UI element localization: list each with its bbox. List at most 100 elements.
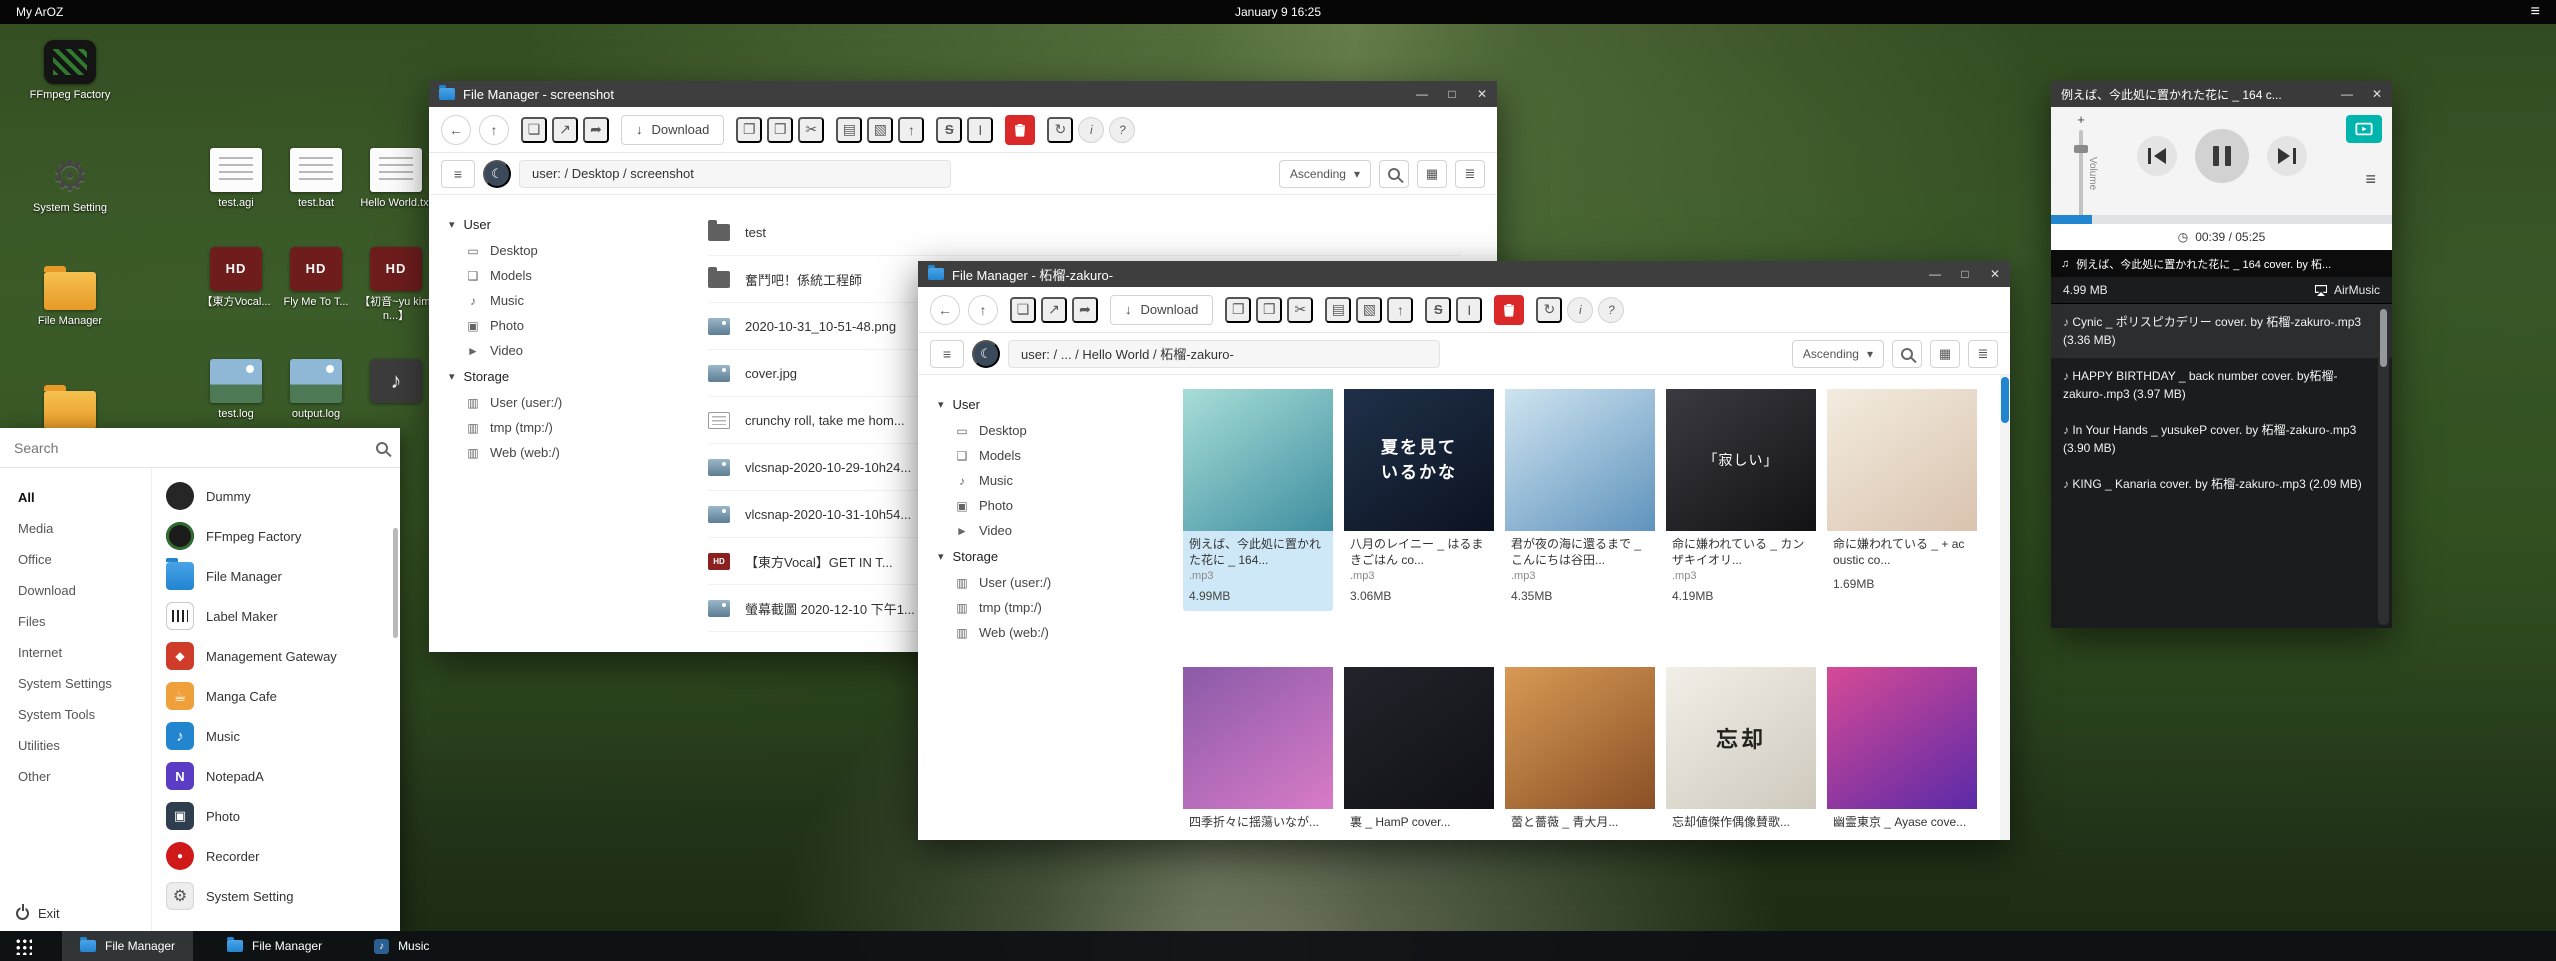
sidebar-toggle-button[interactable]: ≡ xyxy=(441,160,475,188)
sidebar-item[interactable]: ♪ Music xyxy=(449,288,674,313)
breadcrumb[interactable]: user: / Desktop / screenshot xyxy=(519,160,951,188)
category-item[interactable]: Utilities xyxy=(0,730,151,761)
desktop-icon[interactable]: FFmpeg Factory xyxy=(18,40,122,153)
desktop-icon[interactable]: test.agi xyxy=(196,148,276,211)
open-button[interactable]: ❏ xyxy=(521,117,547,143)
copy-button[interactable]: ❒ xyxy=(1256,297,1282,323)
next-track-button[interactable] xyxy=(2267,136,2307,176)
playlist-item[interactable]: In Your Hands _ yusukeP cover. by 柘榴-zak… xyxy=(2051,412,2392,466)
open-in-new-button[interactable]: ↗ xyxy=(1041,297,1067,323)
app-list-item[interactable]: Manga Cafe xyxy=(152,676,400,716)
app-list-item[interactable]: Dummy xyxy=(152,476,400,516)
copy-button[interactable]: ❒ xyxy=(767,117,793,143)
app-list-item[interactable]: Management Gateway xyxy=(152,636,400,676)
file-card[interactable]: 君が夜の海に還るまで _ こんにちは谷田... .mp3 4.35MB xyxy=(1505,389,1655,611)
category-item[interactable]: All xyxy=(0,482,151,513)
taskbar-item[interactable]: File Manager xyxy=(209,931,340,961)
app-list-item[interactable]: FFmpeg Factory xyxy=(152,516,400,556)
category-item[interactable]: Other xyxy=(0,761,151,792)
scrollbar-thumb[interactable] xyxy=(2001,377,2009,423)
close-button[interactable]: ✕ xyxy=(1980,261,2010,287)
sort-dropdown[interactable]: Ascending ▾ xyxy=(1792,340,1884,368)
sidebar-item[interactable]: ► Video xyxy=(449,338,674,363)
sidebar-section-user[interactable]: ▾ User xyxy=(449,211,674,238)
upload-button[interactable]: ↑ xyxy=(898,117,924,143)
app-list-item[interactable]: File Manager xyxy=(152,556,400,596)
app-list-item[interactable]: Label Maker xyxy=(152,596,400,636)
paste-button[interactable]: ❐ xyxy=(1225,297,1251,323)
desktop-icon[interactable]: Fly Me To T... xyxy=(276,247,356,324)
file-card[interactable]: 例えば、今此処に置かれた花に _ 164... .mp3 4.99MB xyxy=(1183,389,1333,611)
sidebar-item[interactable]: ▥ User (user:/) xyxy=(938,570,1163,595)
open-button[interactable]: ❏ xyxy=(1010,297,1036,323)
delete-button[interactable] xyxy=(1005,115,1035,145)
playlist-item[interactable]: HAPPY BIRTHDAY _ back number cover. by柘榴… xyxy=(2051,358,2392,412)
close-button[interactable]: ✕ xyxy=(2362,81,2392,107)
sidebar-item[interactable]: ❑ Models xyxy=(449,263,674,288)
maximize-button[interactable]: □ xyxy=(1437,81,1467,107)
file-card[interactable]: 裏 _ HamP cover... xyxy=(1344,667,1494,831)
share-button[interactable]: ➦ xyxy=(583,117,609,143)
aroz-menu-button[interactable]: My ArOZ xyxy=(16,5,63,19)
category-item[interactable]: Download xyxy=(0,575,151,606)
file-card[interactable]: 命に嫌われている _ + acoustic co... 1.69MB xyxy=(1827,389,1977,611)
sidebar-item[interactable]: ▥ tmp (tmp:/) xyxy=(449,415,674,440)
desktop-icon[interactable]: test.bat xyxy=(276,148,356,211)
sort-dropdown[interactable]: Ascending ▾ xyxy=(1279,160,1371,188)
sidebar-toggle-button[interactable]: ≡ xyxy=(930,340,964,368)
previous-track-button[interactable] xyxy=(2137,136,2177,176)
app-list-item[interactable]: Music xyxy=(152,716,400,756)
file-card[interactable]: 夏を見て いるかな 八月のレイニー _ はるまきごはん co... .mp3 3… xyxy=(1344,389,1494,611)
desktop-icon[interactable]: output.log xyxy=(276,359,356,422)
list-view-button[interactable]: ≣ xyxy=(1455,160,1485,188)
desktop-icon[interactable]: test.log xyxy=(196,359,276,422)
titlebar[interactable]: File Manager - 柘榴-zakuro- — □ ✕ xyxy=(918,261,2010,287)
dark-mode-toggle[interactable]: ☾ xyxy=(972,340,1000,368)
open-in-new-button[interactable]: ↗ xyxy=(552,117,578,143)
desktop-icon[interactable]: 【東方Vocal... xyxy=(196,247,276,324)
system-menu-icon[interactable]: ≡ xyxy=(2531,3,2540,21)
up-button[interactable]: ↑ xyxy=(479,115,509,145)
titlebar[interactable]: File Manager - screenshot — □ ✕ xyxy=(429,81,1497,107)
dark-mode-toggle[interactable]: ☾ xyxy=(483,160,511,188)
app-list-item[interactable]: NotepadA xyxy=(152,756,400,796)
back-button[interactable]: ← xyxy=(930,295,960,325)
playlist-item[interactable]: Cynic _ ポリスピカデリー cover. by 柘榴-zakuro-.mp… xyxy=(2051,304,2392,358)
sidebar-item[interactable]: ▣ Photo xyxy=(449,313,674,338)
titlebar[interactable]: 例えば、今此処に置かれた花に _ 164 c... — ✕ xyxy=(2051,81,2392,107)
upload-button[interactable]: ↑ xyxy=(1387,297,1413,323)
new-file-button[interactable]: ▤ xyxy=(836,117,862,143)
new-file-button[interactable]: ▤ xyxy=(1325,297,1351,323)
category-item[interactable]: Files xyxy=(0,606,151,637)
download-button[interactable]: ↓ Download xyxy=(621,115,724,145)
zip-button[interactable]: S xyxy=(936,117,962,143)
new-folder-button[interactable]: ▧ xyxy=(1356,297,1382,323)
file-card[interactable]: 四季折々に揺蕩いなが... xyxy=(1183,667,1333,831)
playlist-item[interactable]: KING _ Kanaria cover. by 柘榴-zakuro-.mp3 … xyxy=(2051,466,2392,502)
new-folder-button[interactable]: ▧ xyxy=(867,117,893,143)
app-list-item[interactable]: Recorder xyxy=(152,836,400,876)
app-list-item[interactable]: System Setting xyxy=(152,876,400,916)
sidebar-item[interactable]: ❑ Models xyxy=(938,443,1163,468)
search-button[interactable] xyxy=(1379,160,1409,188)
file-card[interactable]: 忘却 忘却値傑作偶像賛歌... xyxy=(1666,667,1816,831)
sidebar-section-storage[interactable]: ▾ Storage xyxy=(938,543,1163,570)
info-button[interactable]: i xyxy=(1078,117,1104,143)
app-list-item[interactable]: Photo xyxy=(152,796,400,836)
rename-button[interactable]: I xyxy=(967,117,993,143)
sidebar-section-user[interactable]: ▾ User xyxy=(938,391,1163,418)
cut-button[interactable]: ✂ xyxy=(1287,297,1313,323)
taskbar-item[interactable]: File Manager xyxy=(62,931,193,961)
player-menu-icon[interactable]: ≡ xyxy=(2365,169,2376,190)
taskbar-item[interactable]: Music xyxy=(356,931,447,961)
sidebar-item[interactable]: ▭ Desktop xyxy=(938,418,1163,443)
file-card[interactable]: 蕾と薔薇 _ 青大月... xyxy=(1505,667,1655,831)
refresh-button[interactable]: ↻ xyxy=(1536,297,1562,323)
playlist-scrollbar-thumb[interactable] xyxy=(2380,309,2387,367)
file-card[interactable]: 「寂しい」 命に嫌われている _ カンザキイオリ... .mp3 4.19MB xyxy=(1666,389,1816,611)
minimize-button[interactable]: — xyxy=(1407,81,1437,107)
up-button[interactable]: ↑ xyxy=(968,295,998,325)
category-item[interactable]: System Tools xyxy=(0,699,151,730)
desktop-icon[interactable]: File Manager xyxy=(18,272,122,385)
desktop-icon[interactable]: Hello World.txt xyxy=(356,148,436,211)
